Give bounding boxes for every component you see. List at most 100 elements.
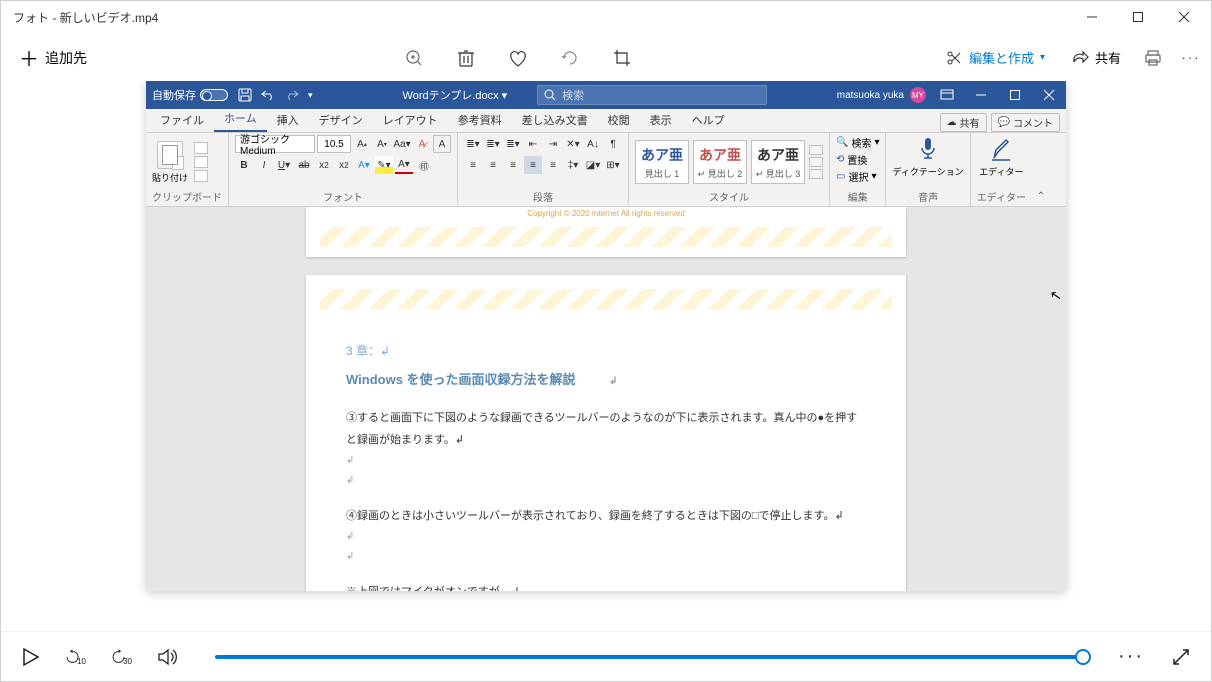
word-maximize-button[interactable]	[998, 81, 1032, 109]
asian-layout-button[interactable]: ✕▾	[564, 135, 582, 153]
document-title[interactable]: Wordテンプレ.docx ▾	[403, 87, 508, 103]
dictation-button[interactable]	[916, 135, 940, 163]
favorite-icon[interactable]	[506, 46, 530, 70]
style-heading1[interactable]: あア亜 見出し 1	[635, 140, 689, 184]
add-to-button[interactable]: ＋ 追加先	[9, 37, 97, 78]
print-icon[interactable]	[1141, 46, 1165, 70]
tab-home[interactable]: ホーム	[214, 106, 267, 132]
styles-group-title: スタイル	[635, 189, 823, 206]
volume-button[interactable]	[157, 645, 181, 669]
italic-button[interactable]: I	[255, 156, 273, 174]
play-button[interactable]	[19, 645, 43, 669]
tab-layout[interactable]: レイアウト	[373, 108, 448, 132]
tab-view[interactable]: 表示	[640, 108, 682, 132]
seek-slider[interactable]	[215, 655, 1085, 659]
minimize-button[interactable]	[1069, 1, 1115, 33]
bold-button[interactable]: B	[235, 156, 253, 174]
crop-icon[interactable]	[610, 46, 634, 70]
collapse-ribbon-button[interactable]: ⌃	[1032, 133, 1050, 206]
edit-and-create-button[interactable]: 編集と作成 ▾	[939, 44, 1051, 71]
borders-button[interactable]: ⊞▾	[604, 156, 622, 174]
font-size-selector[interactable]: 10.5	[317, 135, 351, 153]
font-name-selector[interactable]: 游ゴシック Medium	[235, 135, 315, 153]
tab-insert[interactable]: 挿入	[267, 108, 309, 132]
increase-font-button[interactable]: A▴	[353, 135, 371, 153]
user-account[interactable]: matsuoka yuka MY	[837, 87, 930, 103]
line-spacing-button[interactable]: ‡▾	[564, 156, 582, 174]
share-icon: ☁	[947, 117, 957, 128]
underline-button[interactable]: U▾	[275, 156, 293, 174]
tab-mailings[interactable]: 差し込み文書	[512, 108, 598, 132]
save-icon[interactable]	[238, 88, 252, 102]
editor-group-title: エディター	[977, 189, 1026, 206]
tab-review[interactable]: 校閲	[598, 108, 640, 132]
zoom-in-icon[interactable]	[402, 46, 426, 70]
align-right-button[interactable]: ≡	[504, 156, 522, 174]
justify-button[interactable]: ≡	[524, 156, 542, 174]
editor-button[interactable]	[989, 135, 1013, 163]
word-close-button[interactable]	[1032, 81, 1066, 109]
ribbon-share-button[interactable]: ☁ 共有	[940, 113, 987, 132]
search-box[interactable]: 検索	[537, 85, 767, 105]
playback-more-button[interactable]: ···	[1119, 645, 1143, 669]
copy-button[interactable]	[194, 156, 208, 168]
skip-back-button[interactable]: 10	[65, 645, 89, 669]
more-icon[interactable]: ···	[1179, 46, 1203, 70]
autosave-toggle[interactable]: 自動保存	[146, 87, 228, 103]
undo-icon[interactable]	[260, 88, 276, 102]
close-button[interactable]	[1161, 1, 1207, 33]
clear-formatting-button[interactable]: A̷	[413, 135, 431, 153]
tab-file[interactable]: ファイル	[150, 108, 214, 132]
highlight-button[interactable]: ✎▾	[375, 156, 393, 174]
ribbon-group-paragraph: ≣▾ ≣▾ ≣▾ ⇤ ⇥ ✕▾ A↓ ¶ ≡ ≡ ≡	[458, 133, 629, 206]
font-color-button[interactable]: A▾	[395, 156, 413, 174]
show-marks-button[interactable]: ¶	[604, 135, 622, 153]
skip-forward-button[interactable]: 30	[111, 645, 135, 669]
decrease-indent-button[interactable]: ⇤	[524, 135, 542, 153]
maximize-button[interactable]	[1115, 1, 1161, 33]
change-case-button[interactable]: Aa▾	[393, 135, 411, 153]
replace-button[interactable]: ⟲置換	[836, 152, 867, 167]
numbering-button[interactable]: ≣▾	[484, 135, 502, 153]
align-center-button[interactable]: ≡	[484, 156, 502, 174]
customize-qat-icon[interactable]: ▾	[308, 90, 313, 101]
bullets-button[interactable]: ≣▾	[464, 135, 482, 153]
style-heading2[interactable]: あア亜 ↵ 見出し 2	[693, 140, 747, 184]
tab-references[interactable]: 参考資料	[448, 108, 512, 132]
enclose-character-button[interactable]: ㊞	[415, 156, 433, 174]
tab-help[interactable]: ヘルプ	[682, 108, 735, 132]
find-button[interactable]: 🔍検索 ▾	[836, 135, 879, 150]
paste-button[interactable]	[157, 141, 183, 169]
distributed-button[interactable]: ≡	[544, 156, 562, 174]
shading-button[interactable]: ◪▾	[584, 156, 602, 174]
ribbon-comment-button[interactable]: 💬 コメント	[991, 113, 1060, 132]
format-painter-button[interactable]	[194, 170, 208, 182]
decrease-font-button[interactable]: A▾	[373, 135, 391, 153]
align-left-button[interactable]: ≡	[464, 156, 482, 174]
subscript-button[interactable]: x2	[315, 156, 333, 174]
style-heading3[interactable]: あア亜 ↵ 見出し 3	[751, 140, 805, 184]
character-border-button[interactable]: A	[433, 135, 451, 153]
fullscreen-button[interactable]	[1169, 645, 1193, 669]
sort-button[interactable]: A↓	[584, 135, 602, 153]
share-button[interactable]: 共有	[1065, 44, 1127, 71]
redo-icon[interactable]	[284, 88, 300, 102]
delete-icon[interactable]	[454, 46, 478, 70]
word-document-area[interactable]: Copyright © 2020 Internet All rights res…	[146, 207, 1066, 591]
cut-button[interactable]	[194, 142, 208, 154]
multilevel-button[interactable]: ≣▾	[504, 135, 522, 153]
increase-indent-button[interactable]: ⇥	[544, 135, 562, 153]
tab-design[interactable]: デザイン	[309, 108, 373, 132]
decorative-stripe	[320, 289, 892, 309]
ribbon-display-icon[interactable]	[930, 81, 964, 109]
superscript-button[interactable]: x2	[335, 156, 353, 174]
word-titlebar: 自動保存 ▾ Wordテンプレ.docx ▾	[146, 81, 1066, 109]
select-button[interactable]: ▭選択 ▾	[836, 169, 876, 184]
text-effects-button[interactable]: A▾	[355, 156, 373, 174]
styles-gallery-more[interactable]	[809, 145, 823, 179]
rotate-icon[interactable]	[558, 46, 582, 70]
strikethrough-button[interactable]: ab	[295, 156, 313, 174]
seek-thumb[interactable]	[1075, 649, 1091, 665]
linebreak-marker: ↲	[346, 471, 866, 491]
word-minimize-button[interactable]	[964, 81, 998, 109]
